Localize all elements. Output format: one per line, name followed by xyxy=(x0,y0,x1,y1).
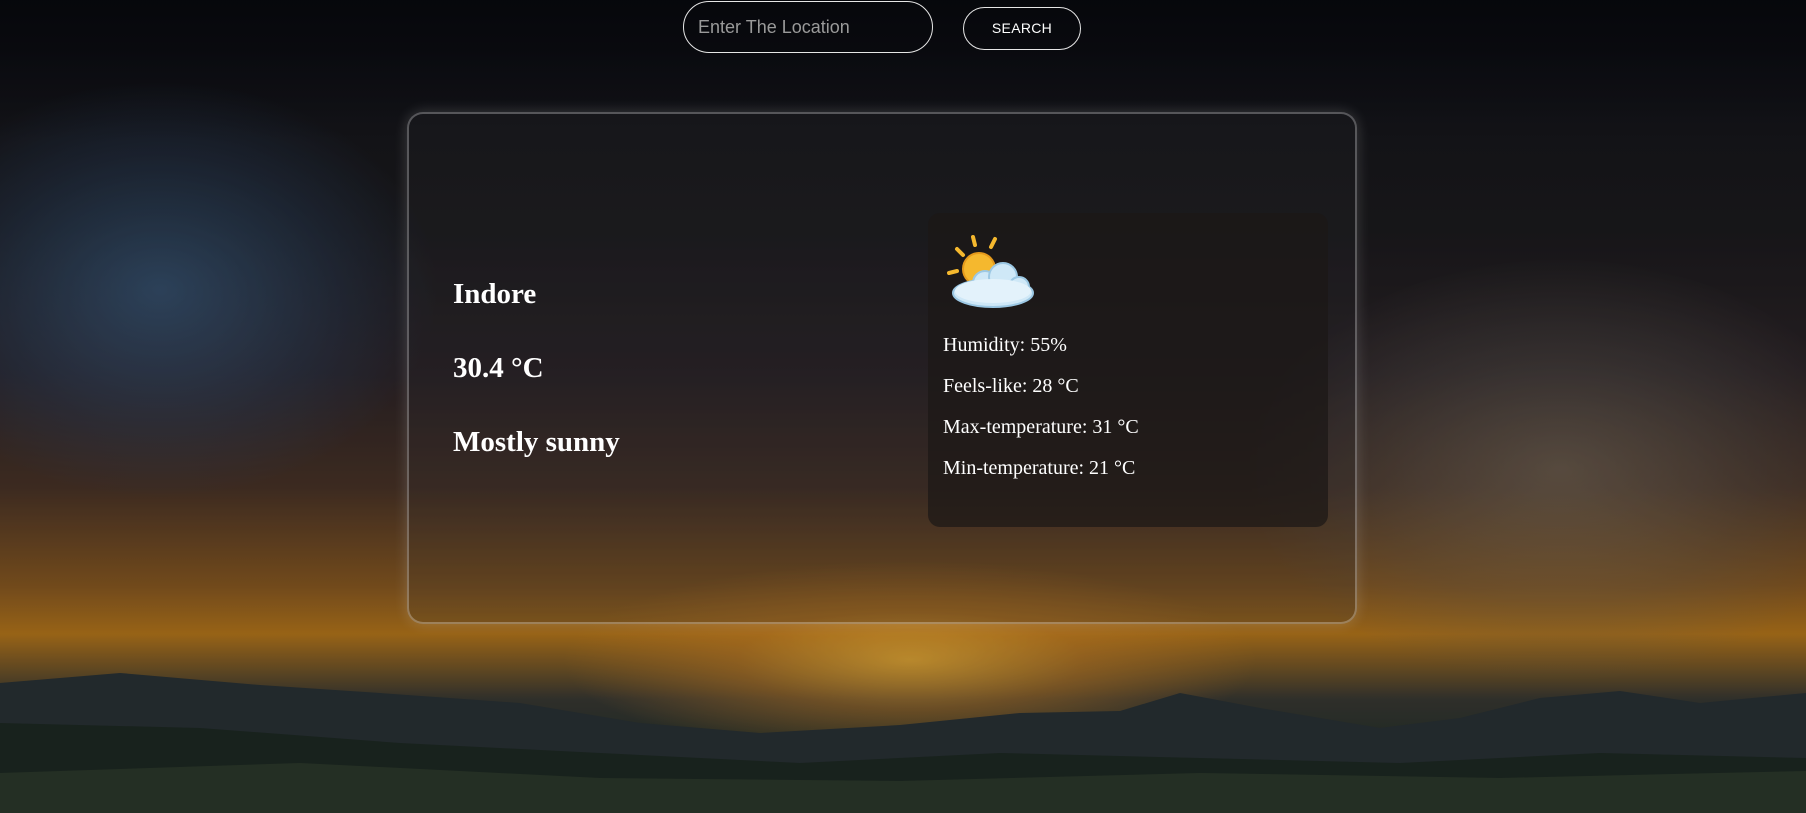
current-temperature: 30.4 °C xyxy=(453,352,544,384)
weather-condition: Mostly sunny xyxy=(453,426,620,458)
min-temperature-value: Min-temperature: 21 °C xyxy=(943,457,1136,479)
sun-behind-cloud-icon xyxy=(947,235,1034,308)
feels-like-value: Feels-like: 28 °C xyxy=(943,375,1079,397)
weather-details-panel: Humidity: 55% Feels-like: 28 °C Max-temp… xyxy=(928,213,1328,527)
max-temperature-value: Max-temperature: 31 °C xyxy=(943,416,1139,438)
search-button[interactable]: SEARCH xyxy=(963,6,1081,50)
location-search-input[interactable] xyxy=(683,1,933,53)
current-weather-summary: Indore 30.4 °C Mostly sunny xyxy=(453,277,620,499)
city-name: Indore xyxy=(453,278,537,310)
weather-card: Indore 30.4 °C Mostly sunny Humidity: 55… xyxy=(407,112,1357,624)
search-bar: SEARCH xyxy=(683,1,1081,53)
humidity-value: Humidity: 55% xyxy=(943,334,1067,356)
